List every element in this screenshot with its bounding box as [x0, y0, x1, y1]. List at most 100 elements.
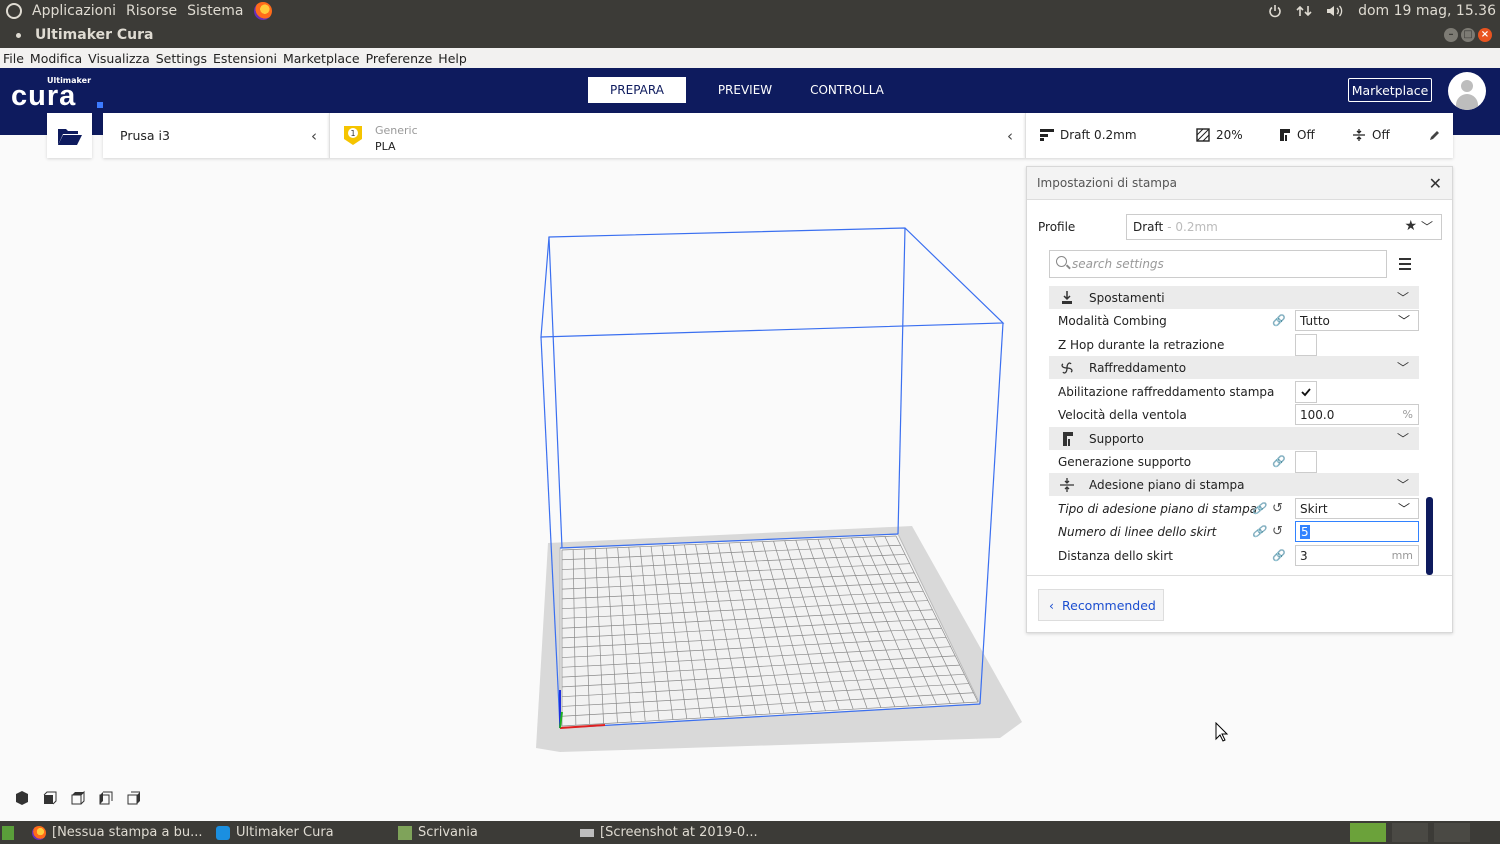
- taskbar-item-cura[interactable]: Ultimaker Cura: [216, 823, 334, 842]
- combing-mode-dropdown[interactable]: Tutto ﹀: [1295, 310, 1419, 331]
- skirt-lines-input[interactable]: 5: [1295, 521, 1419, 542]
- generate-support-checkbox[interactable]: [1295, 450, 1317, 473]
- chevron-down-icon: ﹀: [1396, 291, 1409, 305]
- link-icon[interactable]: 🔗: [1252, 502, 1266, 515]
- link-icon[interactable]: 🔗: [1272, 455, 1286, 468]
- reset-icon[interactable]: ↺: [1272, 524, 1283, 539]
- view-top-icon[interactable]: [70, 790, 86, 806]
- datetime-indicator[interactable]: dom 19 mag, 15.36: [1358, 3, 1496, 19]
- account-avatar-icon[interactable]: [1448, 72, 1486, 110]
- firefox-launcher-icon[interactable]: [253, 2, 272, 20]
- build-plate: [536, 526, 1022, 752]
- chevron-left-icon: ‹: [1007, 127, 1013, 145]
- travel-icon: [1062, 291, 1072, 304]
- minimize-button[interactable]: –: [1444, 28, 1458, 42]
- menu-edit[interactable]: Modifica: [27, 51, 85, 66]
- chevron-left-icon: ‹: [1049, 597, 1054, 613]
- search-placeholder: search settings: [1072, 257, 1164, 271]
- category-support[interactable]: Supporto ﹀: [1049, 427, 1419, 450]
- infill-icon: [1196, 128, 1210, 142]
- places-menu[interactable]: Risorse: [126, 3, 177, 19]
- folder-open-icon: [57, 128, 82, 145]
- menu-preferences[interactable]: Preferenze: [363, 51, 436, 66]
- printer-selector[interactable]: Prusa i3 ‹: [103, 113, 329, 158]
- enable-cooling-checkbox[interactable]: [1295, 380, 1317, 403]
- tab-prepare[interactable]: PREPARA: [588, 77, 686, 103]
- power-icon[interactable]: [1268, 4, 1282, 18]
- reset-icon[interactable]: ↺: [1272, 501, 1283, 516]
- settings-visibility-menu-icon[interactable]: [1399, 258, 1411, 273]
- link-icon[interactable]: 🔗: [1252, 525, 1266, 538]
- chevron-down-icon: ﹀: [1396, 432, 1409, 446]
- category-cooling[interactable]: Raffreddamento ﹀: [1049, 356, 1419, 379]
- ubuntu-logo-icon[interactable]: [6, 3, 22, 19]
- adhesion-type-dropdown[interactable]: Skirt ﹀: [1295, 498, 1419, 519]
- workspace-1[interactable]: [1350, 823, 1386, 842]
- setting-label: Z Hop durante la retrazione: [1058, 337, 1225, 352]
- network-icon[interactable]: [1296, 4, 1312, 18]
- menu-marketplace[interactable]: Marketplace: [280, 51, 363, 66]
- setting-label: Velocità della ventola: [1058, 407, 1187, 422]
- stage-tabs: PREPARA PREVIEW CONTROLLA: [588, 77, 898, 103]
- marketplace-button[interactable]: Marketplace: [1348, 78, 1432, 102]
- taskbar-item-firefox[interactable]: [Nessua stampa a bu...: [32, 823, 203, 842]
- menu-view[interactable]: Visualizza: [85, 51, 153, 66]
- tab-preview[interactable]: PREVIEW: [694, 77, 796, 103]
- open-file-button[interactable]: [47, 113, 92, 158]
- menu-bar: File Modifica Visualizza Settings Estens…: [0, 48, 1500, 68]
- search-settings-input[interactable]: search settings: [1049, 250, 1387, 278]
- taskbar-item-screenshot[interactable]: [Screenshot at 2019-0...: [580, 823, 758, 842]
- link-icon[interactable]: 🔗: [1272, 549, 1286, 562]
- infill-summary-text: 20%: [1216, 128, 1243, 142]
- applications-menu[interactable]: Applicazioni: [32, 3, 116, 19]
- checkmark-icon: [1301, 387, 1311, 396]
- menu-extensions[interactable]: Estensioni: [210, 51, 280, 66]
- view-right-icon[interactable]: [126, 790, 142, 806]
- adhesion-summary: Off: [1352, 128, 1390, 142]
- maximize-button[interactable]: □: [1461, 28, 1475, 42]
- zhop-checkbox[interactable]: [1295, 333, 1317, 356]
- volume-icon[interactable]: [1326, 4, 1344, 18]
- support-summary-text: Off: [1297, 128, 1315, 142]
- print-setup-selector[interactable]: Draft 0.2mm 20% Off Off: [1025, 113, 1453, 158]
- workspace-3[interactable]: [1434, 823, 1470, 842]
- material-brand: Generic: [375, 124, 418, 137]
- view-front-icon[interactable]: [42, 790, 58, 806]
- material-name: PLA: [375, 140, 396, 153]
- combing-mode-value: Tutto: [1300, 313, 1330, 328]
- skirt-distance-input[interactable]: 3 mm: [1295, 545, 1419, 566]
- view-3d-icon[interactable]: [14, 790, 30, 806]
- layer-height-icon: [1040, 129, 1054, 141]
- window-titlebar: Ultimaker Cura – □ ×: [0, 22, 1500, 48]
- setting-label: Numero di linee dello skirt: [1058, 524, 1217, 539]
- tab-monitor[interactable]: CONTROLLA: [796, 77, 898, 103]
- link-icon[interactable]: 🔗: [1272, 314, 1286, 327]
- fan-speed-input[interactable]: 100.0 %: [1295, 404, 1419, 425]
- close-icon[interactable]: ✕: [1429, 174, 1442, 193]
- show-desktop-icon[interactable]: [2, 823, 14, 842]
- category-adhesion[interactable]: Adesione piano di stampa ﹀: [1049, 473, 1419, 496]
- taskbar-item-desktop[interactable]: Scrivania: [398, 823, 478, 842]
- menu-settings[interactable]: Settings: [153, 51, 210, 66]
- view-orientation-toolbar: [14, 790, 142, 806]
- taskbar-item-label: [Nessua stampa a bu...: [52, 825, 203, 840]
- material-selector[interactable]: 1 Generic PLA ‹: [329, 113, 1025, 158]
- system-menu[interactable]: Sistema: [187, 3, 243, 19]
- recommended-mode-button[interactable]: ‹ Recommended: [1038, 589, 1164, 621]
- settings-scrollbar[interactable]: [1426, 497, 1433, 575]
- chevron-down-icon: ﹀: [1396, 478, 1409, 492]
- menu-file[interactable]: File: [0, 51, 27, 66]
- profile-name: Draft: [1133, 220, 1164, 234]
- setting-skirt-lines: Numero di linee dello skirt 🔗 ↺ 5: [1049, 520, 1419, 543]
- menu-help[interactable]: Help: [435, 51, 470, 66]
- profile-dropdown[interactable]: Draft - 0.2mm ★ ﹀: [1126, 214, 1442, 240]
- workspace-2[interactable]: [1392, 823, 1428, 842]
- category-travel[interactable]: Spostamenti ﹀: [1049, 286, 1419, 309]
- settings-list[interactable]: Spostamenti ﹀ Modalità Combing 🔗 Tutto ﹀…: [1049, 284, 1419, 574]
- close-window-button[interactable]: ×: [1478, 28, 1492, 42]
- view-left-icon[interactable]: [98, 790, 114, 806]
- window-menu-dot-icon[interactable]: [16, 32, 21, 38]
- profile-layer-height: - 0.2mm: [1167, 220, 1218, 234]
- category-cooling-label: Raffreddamento: [1089, 360, 1187, 375]
- os-taskbar: [Nessua stampa a bu... Ultimaker Cura Sc…: [0, 821, 1500, 844]
